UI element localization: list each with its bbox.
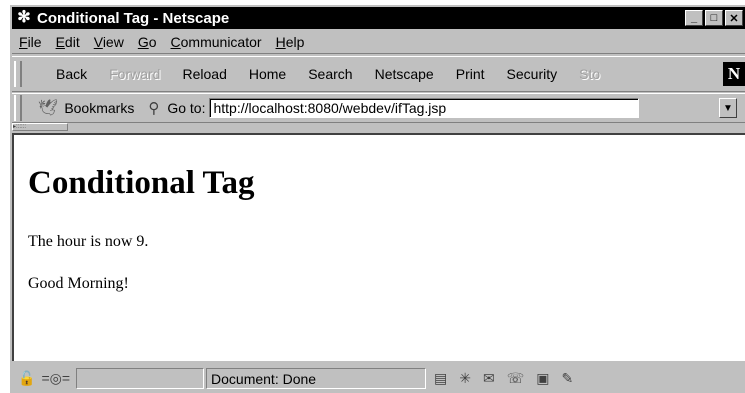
menu-bar: File Edit View Go Communicator Help bbox=[12, 31, 745, 54]
close-button[interactable]: ✕ bbox=[725, 10, 743, 26]
status-text: Document: Done bbox=[206, 368, 427, 389]
page-heading: Conditional Tag bbox=[28, 165, 255, 201]
netscape-button[interactable]: Netscape bbox=[364, 66, 445, 82]
menu-help[interactable]: Help bbox=[269, 34, 312, 50]
lock-icon[interactable]: 🔓 bbox=[18, 370, 35, 387]
online-icon: ▤ bbox=[434, 370, 448, 386]
forward-button[interactable]: Forward bbox=[98, 66, 171, 82]
menu-communicator[interactable]: Communicator bbox=[164, 34, 269, 50]
goto-icon[interactable]: ⚲ bbox=[148, 99, 159, 117]
search-button[interactable]: Search bbox=[297, 66, 363, 82]
window-title: Conditional Tag - Netscape bbox=[37, 9, 230, 27]
location-toolbar: 🕊 Bookmarks ⚲ Go to: http://localhost:80… bbox=[12, 93, 745, 123]
page-content: Conditional Tag The hour is now 9. Good … bbox=[12, 133, 745, 361]
location-grip[interactable] bbox=[14, 95, 22, 121]
hour-text: The hour is now 9. bbox=[28, 233, 149, 250]
netscape-logo[interactable]: N bbox=[723, 62, 745, 86]
bookmarks-icon[interactable]: 🕊 bbox=[38, 98, 58, 118]
connection-icon: =◎= bbox=[41, 370, 71, 386]
browser-window: ✻ Conditional Tag - Netscape _ □ ✕ File … bbox=[9, 4, 745, 393]
toolbar-grip[interactable] bbox=[14, 61, 22, 87]
progress-box bbox=[76, 368, 205, 389]
security-button[interactable]: Security bbox=[496, 66, 569, 82]
netscape-snowflake-icon: ✻ bbox=[17, 9, 31, 26]
status-bar: 🔓 =◎= Document: Done ▤ ✳ ✉ ☏ ▣ ✎ bbox=[12, 365, 745, 392]
url-dropdown-button[interactable]: ▼ bbox=[719, 98, 737, 118]
bookmarks-button[interactable]: Bookmarks bbox=[64, 100, 134, 116]
stop-button[interactable]: Sto bbox=[568, 66, 602, 82]
maximize-button[interactable]: □ bbox=[705, 10, 723, 26]
menu-edit[interactable]: Edit bbox=[49, 34, 87, 50]
reload-button[interactable]: Reload bbox=[171, 66, 237, 82]
minimize-button[interactable]: _ bbox=[685, 10, 703, 26]
greeting-text: Good Morning! bbox=[28, 275, 129, 292]
collapsed-toolbar-tab[interactable]: ▸:::::: bbox=[12, 123, 68, 131]
home-button[interactable]: Home bbox=[238, 66, 297, 82]
back-button[interactable]: Back bbox=[28, 66, 98, 82]
goto-label: Go to: bbox=[167, 100, 206, 116]
menu-go[interactable]: Go bbox=[131, 34, 164, 50]
menu-file[interactable]: File bbox=[12, 34, 49, 50]
component-icon[interactable]: ✎ bbox=[561, 370, 573, 387]
mail-icon[interactable]: ✉ bbox=[483, 370, 495, 387]
print-button[interactable]: Print bbox=[445, 66, 496, 82]
menu-view[interactable]: View bbox=[87, 34, 131, 50]
discussion-icon[interactable]: ☏ bbox=[507, 370, 525, 387]
window-controls: _ □ ✕ bbox=[685, 10, 743, 26]
title-bar[interactable]: ✻ Conditional Tag - Netscape _ □ ✕ bbox=[12, 7, 745, 29]
composer-icon[interactable]: ▣ bbox=[536, 370, 549, 387]
url-input[interactable]: http://localhost:8080/webdev/ifTag.jsp bbox=[209, 98, 640, 118]
navigator-icon[interactable]: ✳ bbox=[459, 370, 471, 387]
navigation-toolbar: Back Forward Reload Home Search Netscape… bbox=[12, 56, 745, 92]
